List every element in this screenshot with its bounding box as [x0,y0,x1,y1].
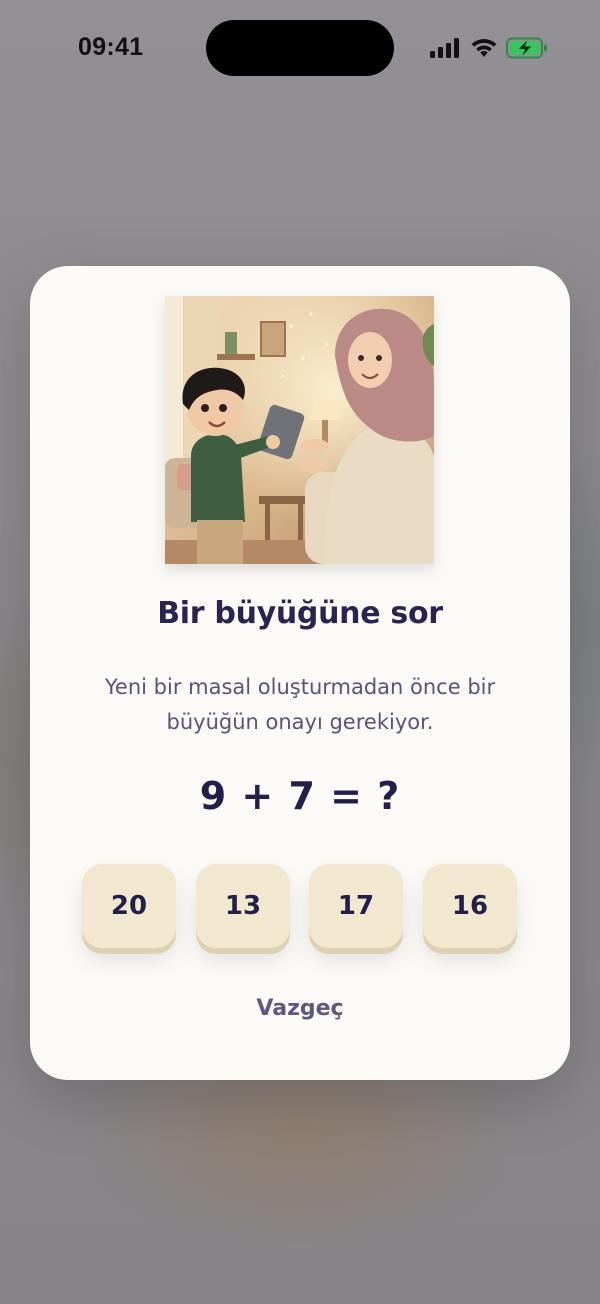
answer-options: 20 13 17 16 [82,864,518,954]
dynamic-island [206,20,394,76]
dialog-message: Yeni bir masal oluşturmadan önce bir büy… [104,675,496,734]
status-bar: 09:41 [0,0,600,96]
answer-button[interactable]: 13 [196,864,290,948]
answer-button[interactable]: 20 [82,864,176,948]
cancel-button[interactable]: Vazgeç [200,996,400,1021]
battery-charging-icon [506,37,547,59]
parental-gate-dialog: Bir büyüğüne sor Yeni bir masal oluşturm… [30,266,570,1080]
answer-button[interactable]: 16 [423,864,517,948]
math-question: 9 + 7 = ? [199,774,401,818]
answer-button[interactable]: 17 [309,864,403,948]
status-time: 09:41 [78,33,144,61]
signal-icon [430,38,459,58]
parent-child-illustration [165,296,434,564]
illustration-art [165,296,434,564]
wifi-icon [471,39,497,57]
dialog-title: Bir büyüğüne sor [157,596,443,631]
